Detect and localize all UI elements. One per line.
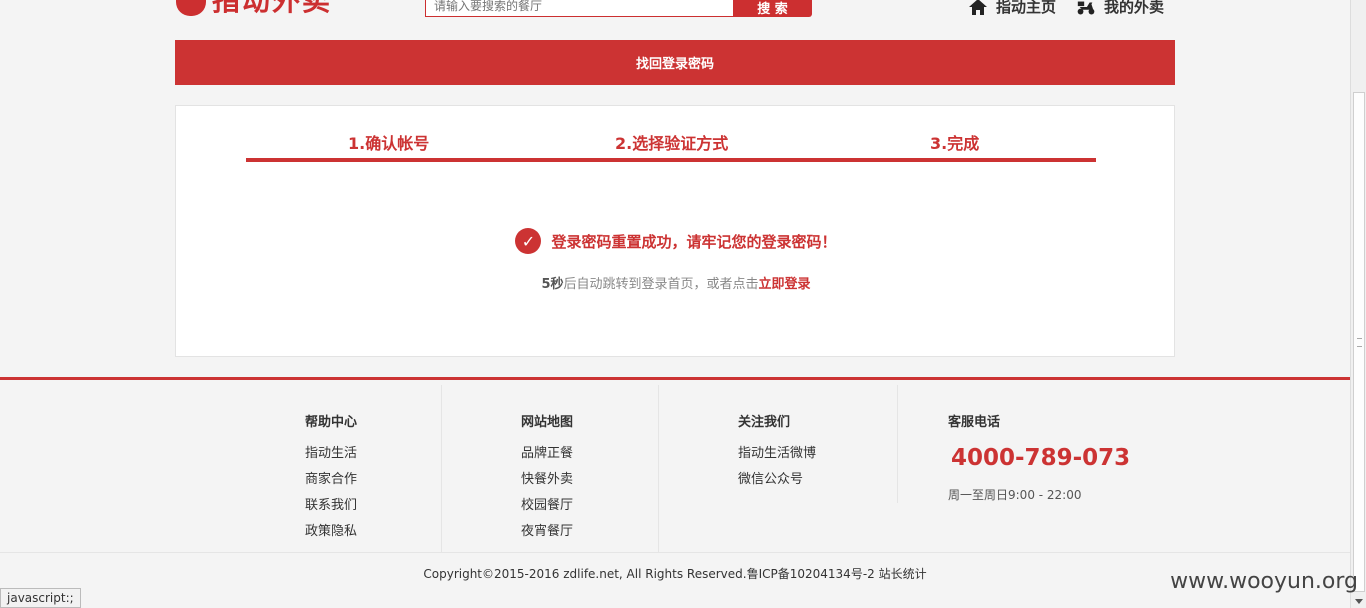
vertical-scrollbar[interactable] (1350, 0, 1366, 608)
home-icon (969, 0, 987, 15)
nav-my-orders-link[interactable]: 我的外卖 (1076, 0, 1164, 17)
search-button[interactable]: 搜 索 (733, 0, 812, 17)
countdown: 5秒 (541, 277, 564, 292)
search-bar: 搜 索 (425, 0, 812, 17)
redirect-notice: 5秒后自动跳转到登录首页，或者点击立即登录 (176, 273, 1176, 292)
footer-link[interactable]: 微信公众号 (738, 472, 803, 487)
reset-password-panel: 1.确认帐号 2.选择验证方式 3.完成 ✓ 登录密码重置成功，请牢记您的登录密… (175, 105, 1175, 357)
checkmark-icon: ✓ (515, 228, 542, 254)
hand-logo-icon (176, 0, 206, 16)
footer-link[interactable]: 指动生活 (305, 446, 357, 461)
progress-steps: 1.确认帐号 2.选择验证方式 3.完成 (246, 130, 1096, 162)
success-message: 登录密码重置成功，请牢记您的登录密码！ (551, 232, 837, 251)
footer-link[interactable]: 夜宵餐厅 (521, 524, 573, 539)
step-confirm-account: 1.确认帐号 (348, 134, 430, 153)
footer-col-title: 关注我们 (738, 415, 791, 430)
nav-my-orders-label: 我的外卖 (1104, 0, 1165, 16)
login-now-link[interactable]: 立即登录 (759, 277, 811, 292)
footer-col-title: 帮助中心 (305, 415, 358, 430)
footer-link-list: 指动生活微博 微信公众号 (738, 441, 816, 493)
step-complete: 3.完成 (930, 134, 980, 153)
footer-link-list: 品牌正餐 快餐外卖 校园餐厅 夜宵餐厅 (521, 441, 573, 545)
footer-col-help: 帮助中心 指动生活 商家合作 联系我们 政策隐私 (170, 385, 442, 553)
footer-link[interactable]: 校园餐厅 (521, 498, 573, 513)
nav-home-link[interactable]: 指动主页 (968, 0, 1056, 17)
scrollbar-thumb[interactable] (1353, 92, 1365, 592)
footer-col-title: 网站地图 (521, 415, 574, 430)
progress-line (246, 158, 1096, 162)
redirect-text: 后自动跳转到登录首页，或者点击 (563, 277, 759, 292)
scroll-down-arrow-icon[interactable] (1355, 599, 1363, 604)
page-title: 找回登录密码 (175, 40, 1175, 85)
service-title: 客服电话 (948, 415, 1001, 430)
footer-link[interactable]: 联系我们 (305, 498, 357, 513)
scroll-grip-icon (1357, 338, 1362, 347)
footer-col-service: 客服电话 4000-789-073 周一至周日9:00 - 22:00 (898, 385, 1158, 553)
logo-text: 指动外卖 (212, 0, 333, 17)
copyright: Copyright©2015-2016 zdlife.net, All Righ… (423, 567, 927, 581)
footer-link[interactable]: 政策隐私 (305, 524, 357, 539)
search-input[interactable] (425, 0, 733, 17)
footer-col-sitemap: 网站地图 品牌正餐 快餐外卖 校园餐厅 夜宵餐厅 (442, 385, 659, 553)
logo[interactable]: 指动外卖 (176, 0, 332, 18)
browser-status-bar: javascript:; (0, 588, 81, 608)
service-phone: 4000-789-073 (951, 445, 1131, 471)
step-verification-method: 2.选择验证方式 (615, 134, 729, 153)
footer-divider (0, 552, 1350, 553)
footer-link[interactable]: 快餐外卖 (521, 472, 573, 487)
footer-link[interactable]: 商家合作 (305, 472, 357, 487)
top-nav: 指动主页 我的外卖 (968, 0, 1164, 17)
footer-col-follow: 关注我们 指动生活微博 微信公众号 (659, 385, 898, 503)
nav-home-label: 指动主页 (996, 0, 1057, 16)
scooter-icon (1077, 1, 1095, 14)
footer-link-list: 指动生活 商家合作 联系我们 政策隐私 (305, 441, 357, 545)
service-hours: 周一至周日9:00 - 22:00 (948, 488, 1082, 502)
footer-link[interactable]: 品牌正餐 (521, 446, 573, 461)
success-message-row: ✓ 登录密码重置成功，请牢记您的登录密码！ (176, 228, 1176, 254)
footer: 帮助中心 指动生活 商家合作 联系我们 政策隐私 网站地图 品牌正餐 快餐外卖 … (0, 377, 1350, 608)
footer-link[interactable]: 指动生活微博 (738, 446, 816, 461)
watermark: www.wooyun.org (1170, 569, 1358, 594)
